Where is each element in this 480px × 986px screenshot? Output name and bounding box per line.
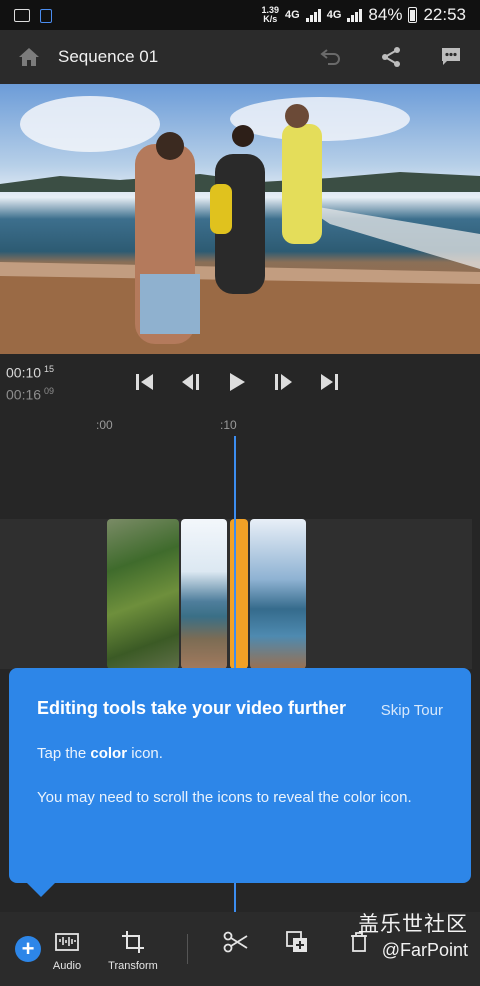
watermark-chinese: 盖乐世社区 (358, 913, 468, 936)
mail-notification-icon (14, 8, 30, 22)
total-duration: 00:16 09 (6, 386, 55, 403)
network-speed: 1.39 K/s (261, 5, 280, 24)
status-bar: 1.39 K/s 4G 4G 84% 22:53 (0, 0, 480, 30)
audio-tool-button[interactable]: Audio (38, 928, 96, 972)
app-actions (318, 44, 464, 70)
video-preview[interactable] (0, 84, 480, 354)
timeline-clip-2[interactable] (181, 519, 227, 669)
skip-to-end-icon[interactable] (318, 370, 340, 394)
toolbar-divider (187, 934, 188, 964)
notification-icons (14, 7, 52, 23)
skip-tour-link[interactable]: Skip Tour (381, 702, 443, 719)
home-icon[interactable] (16, 44, 42, 70)
playback-controls (134, 370, 340, 394)
ruler-label-10s: :10 (220, 418, 237, 432)
audio-label: Audio (52, 960, 82, 972)
step-forward-icon[interactable] (272, 370, 294, 394)
step-back-icon[interactable] (180, 370, 202, 394)
tour-tooltip: Editing tools take your video further Sk… (9, 668, 471, 897)
network-type-2: 4G (326, 9, 342, 21)
current-timecode: 00:10 15 (6, 364, 55, 381)
tooltip-hint: You may need to scroll the icons to reve… (37, 789, 412, 806)
lock-notification-icon (40, 9, 52, 23)
timeline-clip-4[interactable] (250, 519, 306, 669)
edit-toolbar: + Audio Transform 盖乐世社区 @FarPoint (0, 912, 480, 986)
tooltip-instruction: Tap the color icon. (37, 745, 163, 762)
duplicate-icon (268, 928, 326, 956)
share-icon[interactable] (378, 44, 404, 70)
system-indicators: 1.39 K/s 4G 4G 84% 22:53 (262, 5, 466, 25)
play-icon[interactable] (226, 370, 248, 394)
network-type: 4G (285, 9, 300, 21)
duplicate-tool-button[interactable] (268, 928, 326, 960)
clock: 22:53 (423, 5, 466, 24)
battery-icon (408, 7, 418, 23)
sequence-title: Sequence 01 (58, 47, 159, 66)
feedback-icon[interactable] (438, 44, 464, 70)
app-bar: Sequence 01 (0, 30, 480, 84)
signal-bars-icon (305, 8, 321, 22)
scissors-icon (207, 928, 265, 956)
transport-bar: 00:10 15 00:16 09 (0, 354, 480, 414)
skip-to-start-icon[interactable] (134, 370, 156, 394)
ruler-label-start: :00 (96, 418, 113, 432)
audio-icon (38, 928, 96, 956)
timeline-clip-1[interactable] (107, 519, 179, 669)
video-frame-illustration (0, 96, 480, 354)
watermark-handle: @FarPoint (381, 940, 468, 960)
transform-label: Transform (108, 960, 158, 972)
transform-tool-button[interactable]: Transform (104, 928, 162, 972)
crop-icon (104, 928, 162, 956)
undo-icon[interactable] (318, 44, 344, 70)
battery-percent: 84% (368, 5, 403, 24)
signal-bars-2-icon (347, 8, 363, 22)
timeline-clip-selected[interactable] (230, 519, 248, 669)
split-tool-button[interactable] (207, 928, 265, 960)
watermark: 盖乐世社区 @FarPoint (358, 908, 468, 961)
